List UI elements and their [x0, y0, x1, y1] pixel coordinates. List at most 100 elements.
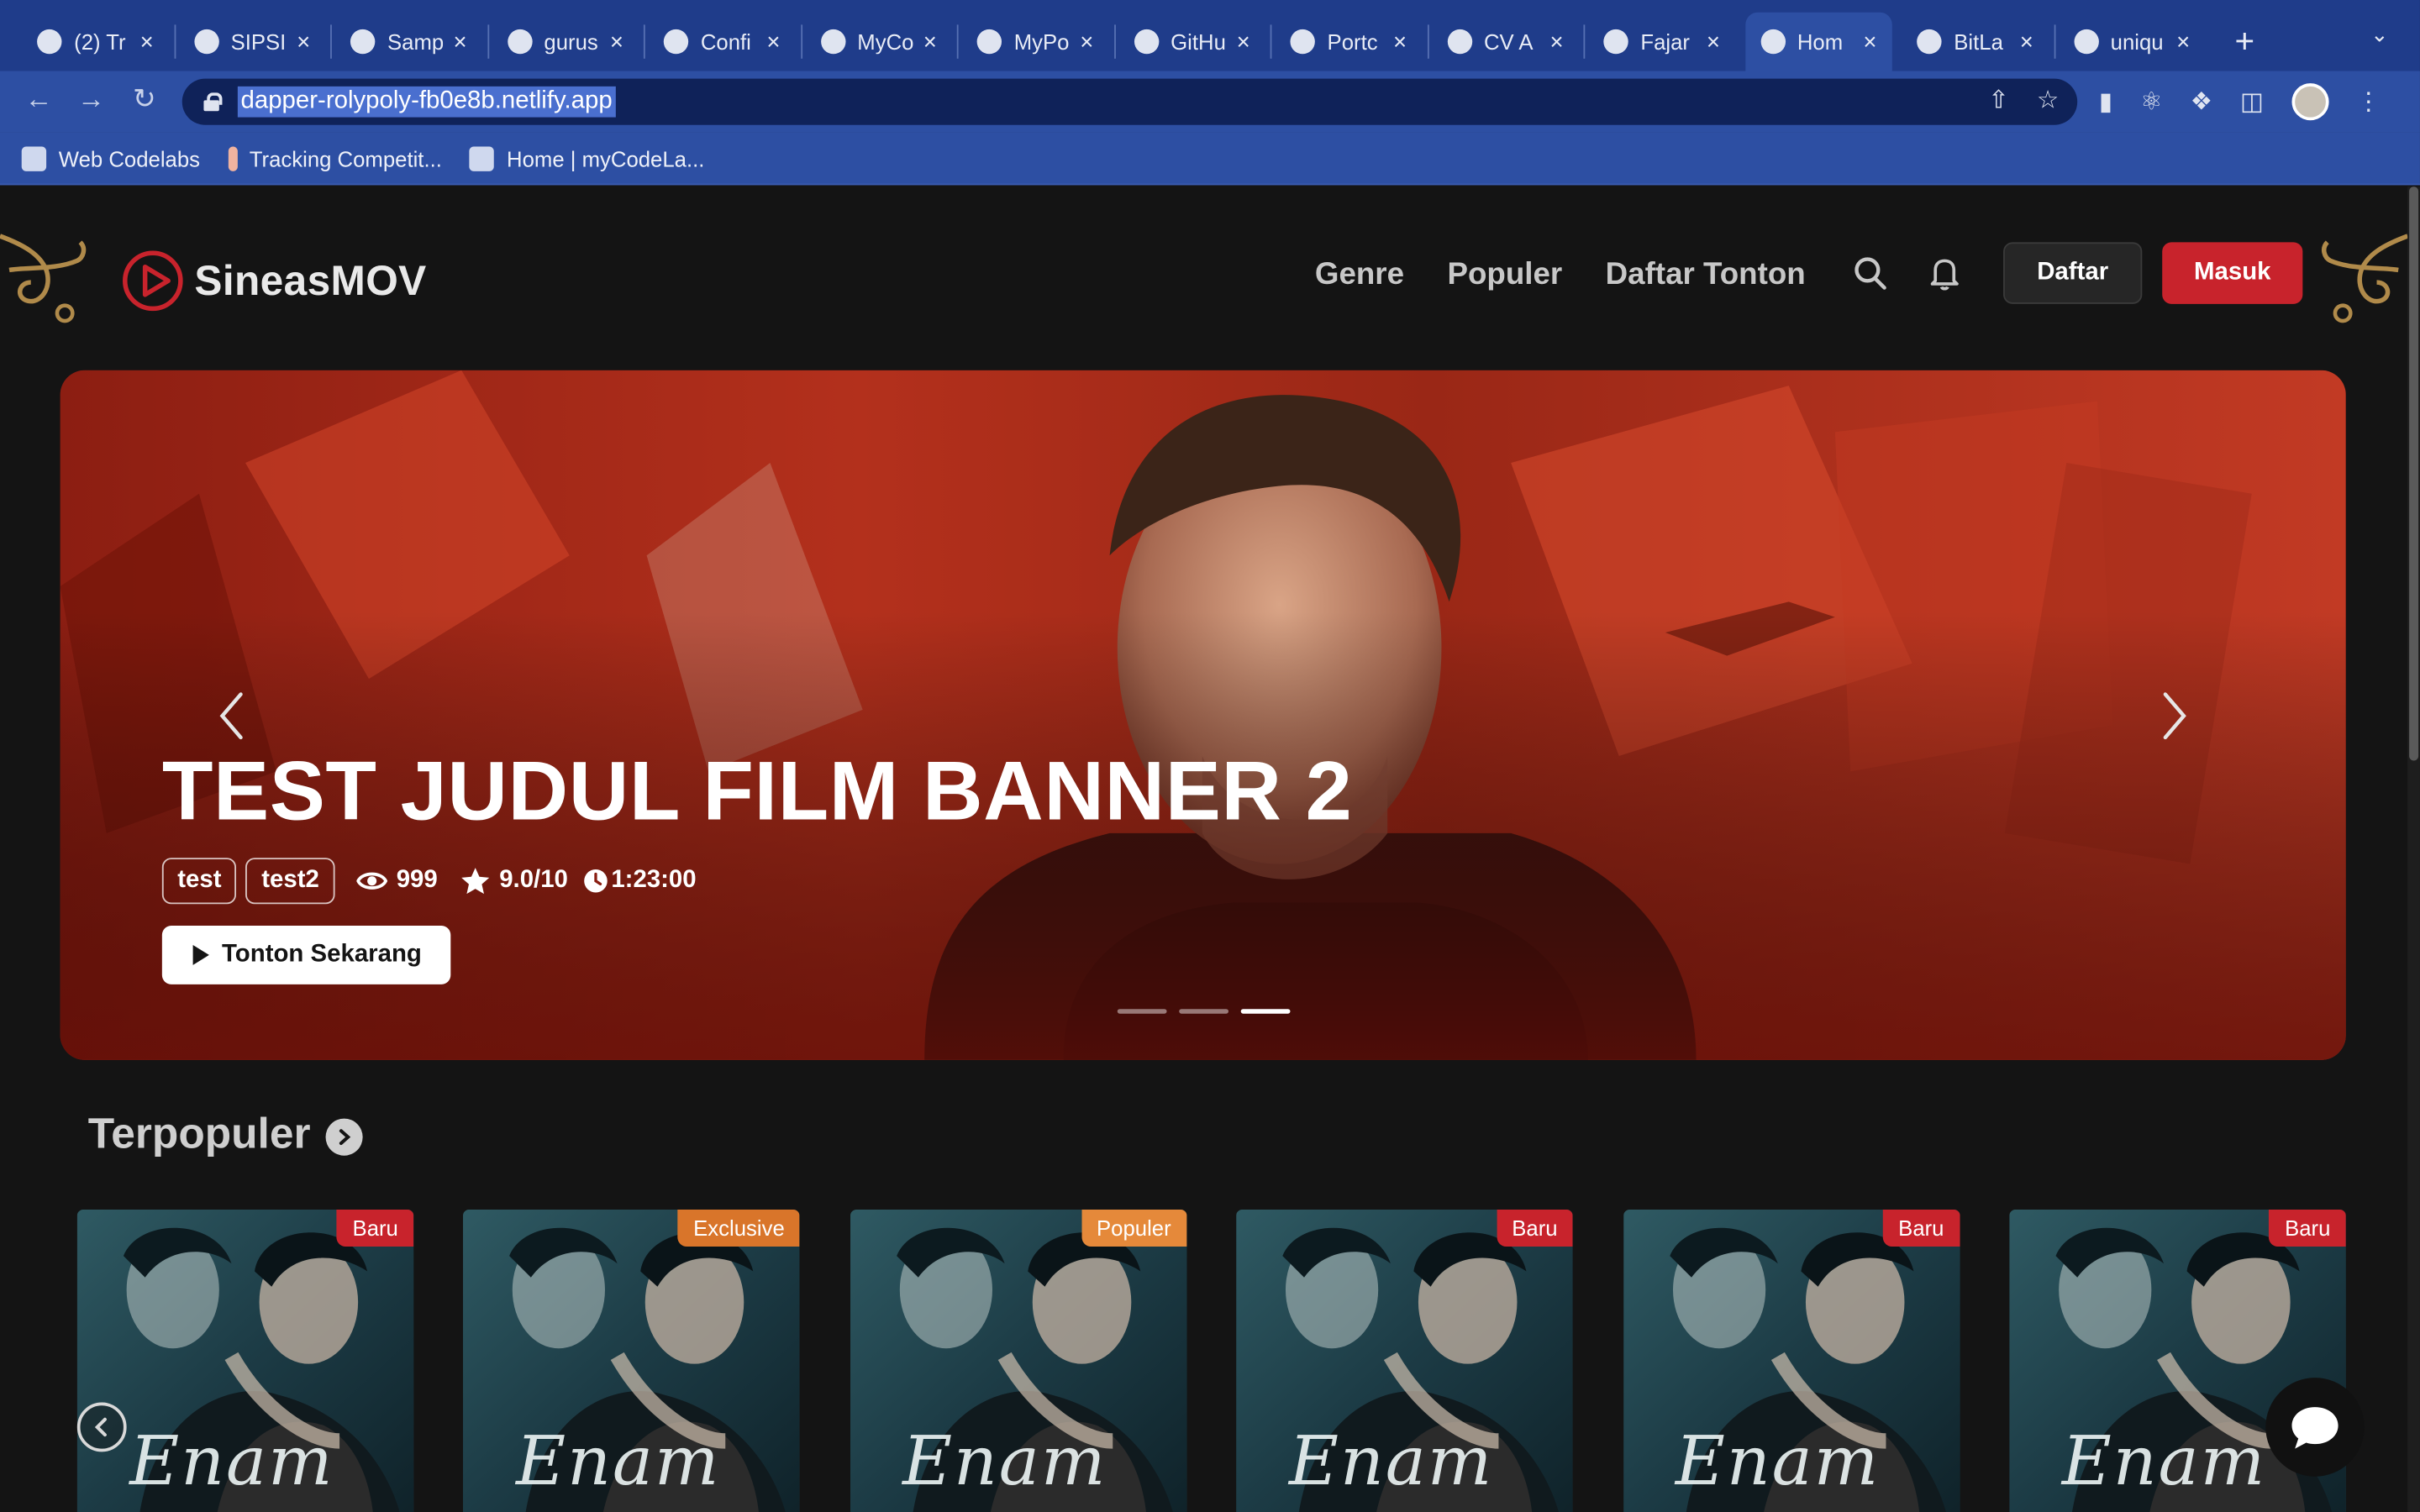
web-page: SineasMOV Genre Populer Daftar Tonton Da…	[0, 186, 2408, 1512]
views-meta: 999	[355, 867, 438, 895]
poster-title: Enam	[902, 1422, 1107, 1502]
extension-docs-icon[interactable]: ▮	[2099, 87, 2112, 118]
ornament-left-icon	[0, 234, 87, 323]
nav-populer[interactable]: Populer	[1447, 257, 1562, 292]
poster-title: Enam	[1288, 1422, 1494, 1502]
browser-toolbar: ← → ↻ dapper-rolypoly-fb0e8b.netlify.app…	[0, 71, 2420, 133]
section-title-terpopuler[interactable]: Terpopuler	[88, 1110, 363, 1159]
movie-card[interactable]: Baru Enam	[1236, 1209, 1573, 1512]
browser-tab-strip: (2) Tr × SIPSI × Samp × gurus × Confi × MyCo × MyPo ×…	[0, 0, 2420, 71]
close-tab-icon[interactable]: ×	[1080, 29, 1093, 55]
tab-search-chevron-icon[interactable]: ⌄	[2370, 22, 2389, 48]
carousel-prev-button[interactable]	[76, 1402, 127, 1452]
url-text[interactable]: dapper-rolypoly-fb0e8b.netlify.app	[237, 86, 616, 118]
slide-dot-3[interactable]	[1240, 1009, 1291, 1014]
profile-avatar[interactable]	[2291, 83, 2328, 121]
main-nav: Genre Populer Daftar Tonton	[1315, 251, 1806, 297]
bookmark-star-icon[interactable]: ☆	[2037, 85, 2059, 116]
slide-indicators	[1117, 1009, 1291, 1014]
tab-title: uniqu	[2110, 29, 2164, 55]
nav-daftar-tonton[interactable]: Daftar Tonton	[1606, 257, 1806, 292]
chevron-left-icon	[94, 1417, 107, 1437]
bookmark-mycodelabs[interactable]: Home | myCodeLa...	[469, 145, 704, 171]
search-icon[interactable]	[1854, 255, 1887, 291]
browser-tab[interactable]: SIPSI ×	[178, 13, 325, 71]
duration-meta: 1:23:00	[583, 867, 697, 895]
browser-tab[interactable]: BitLa ×	[1902, 13, 2049, 71]
close-tab-icon[interactable]: ×	[766, 29, 780, 55]
tab-title: gurus	[544, 29, 598, 55]
register-button[interactable]: Daftar	[2003, 242, 2143, 304]
play-logo-icon	[123, 250, 183, 312]
browser-tab[interactable]: Confi ×	[648, 13, 795, 71]
browser-tab[interactable]: GitHu ×	[1118, 13, 1265, 71]
browser-tab[interactable]: Portc ×	[1275, 13, 1422, 71]
address-bar[interactable]: dapper-rolypoly-fb0e8b.netlify.app ⇧ ☆	[182, 78, 2078, 125]
close-tab-icon[interactable]: ×	[140, 29, 154, 55]
browser-tab[interactable]: gurus ×	[492, 13, 639, 71]
watch-now-button[interactable]: Tonton Sekarang	[161, 926, 451, 984]
page-scrollbar[interactable]	[2407, 186, 2420, 1512]
tab-title: Confi	[700, 29, 751, 55]
bookmark-web-codelabs[interactable]: Web Codelabs	[21, 145, 200, 171]
tab-separator	[643, 24, 645, 59]
nav-genre[interactable]: Genre	[1315, 257, 1404, 292]
close-tab-icon[interactable]: ×	[1549, 29, 1563, 55]
bookmark-tracking[interactable]: Tracking Competit...	[228, 145, 442, 171]
movie-card[interactable]: Exclusive Enam	[463, 1209, 801, 1512]
login-button[interactable]: Masuk	[2162, 242, 2303, 304]
browser-tab[interactable]: MyPo ×	[961, 13, 1108, 71]
lock-icon[interactable]	[203, 92, 223, 112]
browser-tab[interactable]: Hom ×	[1744, 12, 1892, 71]
movie-card[interactable]: Baru Enam	[76, 1209, 414, 1512]
hero-next-arrow-icon[interactable]	[2160, 691, 2191, 741]
browser-menu-icon[interactable]: ⋮	[2356, 87, 2381, 118]
browser-tab[interactable]: uniqu ×	[2058, 13, 2205, 71]
tab-separator	[330, 24, 332, 59]
react-devtools-icon[interactable]: ⚛	[2140, 87, 2162, 118]
browser-tab[interactable]: CV A ×	[1432, 13, 1579, 71]
close-tab-icon[interactable]: ×	[610, 29, 623, 55]
browser-tab[interactable]: Samp ×	[335, 13, 482, 71]
tag-chip[interactable]: test2	[245, 858, 335, 905]
poster-title: Enam	[129, 1422, 334, 1502]
reload-icon[interactable]: ↻	[133, 83, 156, 116]
movie-card[interactable]: Baru Enam	[1623, 1209, 1960, 1512]
bell-icon[interactable]	[1928, 255, 1961, 291]
close-tab-icon[interactable]: ×	[923, 29, 937, 55]
browser-tab[interactable]: MyCo ×	[805, 13, 952, 71]
close-tab-icon[interactable]: ×	[1863, 29, 1876, 55]
close-tab-icon[interactable]: ×	[1393, 29, 1407, 55]
close-tab-icon[interactable]: ×	[1237, 29, 1250, 55]
share-icon[interactable]: ⇧	[1988, 85, 2009, 116]
new-tab-button[interactable]: +	[2235, 22, 2255, 62]
chevron-right-icon[interactable]	[325, 1118, 363, 1156]
close-tab-icon[interactable]: ×	[297, 29, 310, 55]
sipsi-favicon-icon	[193, 29, 218, 55]
movie-card[interactable]: Populer Enam	[850, 1209, 1187, 1512]
brand[interactable]: SineasMOV	[120, 249, 426, 313]
browser-tab[interactable]: Fajar ×	[1588, 13, 1735, 71]
close-tab-icon[interactable]: ×	[2020, 29, 2033, 55]
scrollbar-thumb[interactable]	[2409, 186, 2419, 761]
tab-title: MyPo	[1013, 29, 1070, 55]
slide-dot-2[interactable]	[1179, 1009, 1229, 1014]
play-icon	[192, 944, 209, 965]
firebase-icon	[820, 29, 845, 55]
extensions-puzzle-icon[interactable]: ❖	[2191, 87, 2212, 118]
hero-title: TEST JUDUL FILM BANNER 2	[161, 745, 1353, 838]
browser-tab[interactable]: (2) Tr ×	[22, 13, 169, 71]
side-panel-icon[interactable]: ◫	[2240, 87, 2264, 118]
hero-prev-arrow-icon[interactable]	[216, 691, 247, 741]
hero-banner[interactable]: TEST JUDUL FILM BANNER 2 test test2 999 …	[60, 370, 2346, 1060]
chat-widget-button[interactable]	[2265, 1378, 2365, 1477]
back-arrow-icon[interactable]: ←	[24, 83, 52, 116]
close-tab-icon[interactable]: ×	[454, 29, 467, 55]
forward-arrow-icon[interactable]: →	[77, 83, 105, 116]
github-icon	[1134, 29, 1159, 55]
close-tab-icon[interactable]: ×	[1707, 29, 1720, 55]
slide-dot-1[interactable]	[1117, 1009, 1167, 1014]
close-tab-icon[interactable]: ×	[2176, 29, 2190, 55]
tag-chip[interactable]: test	[161, 858, 237, 905]
poster-title: Enam	[1675, 1422, 1881, 1502]
